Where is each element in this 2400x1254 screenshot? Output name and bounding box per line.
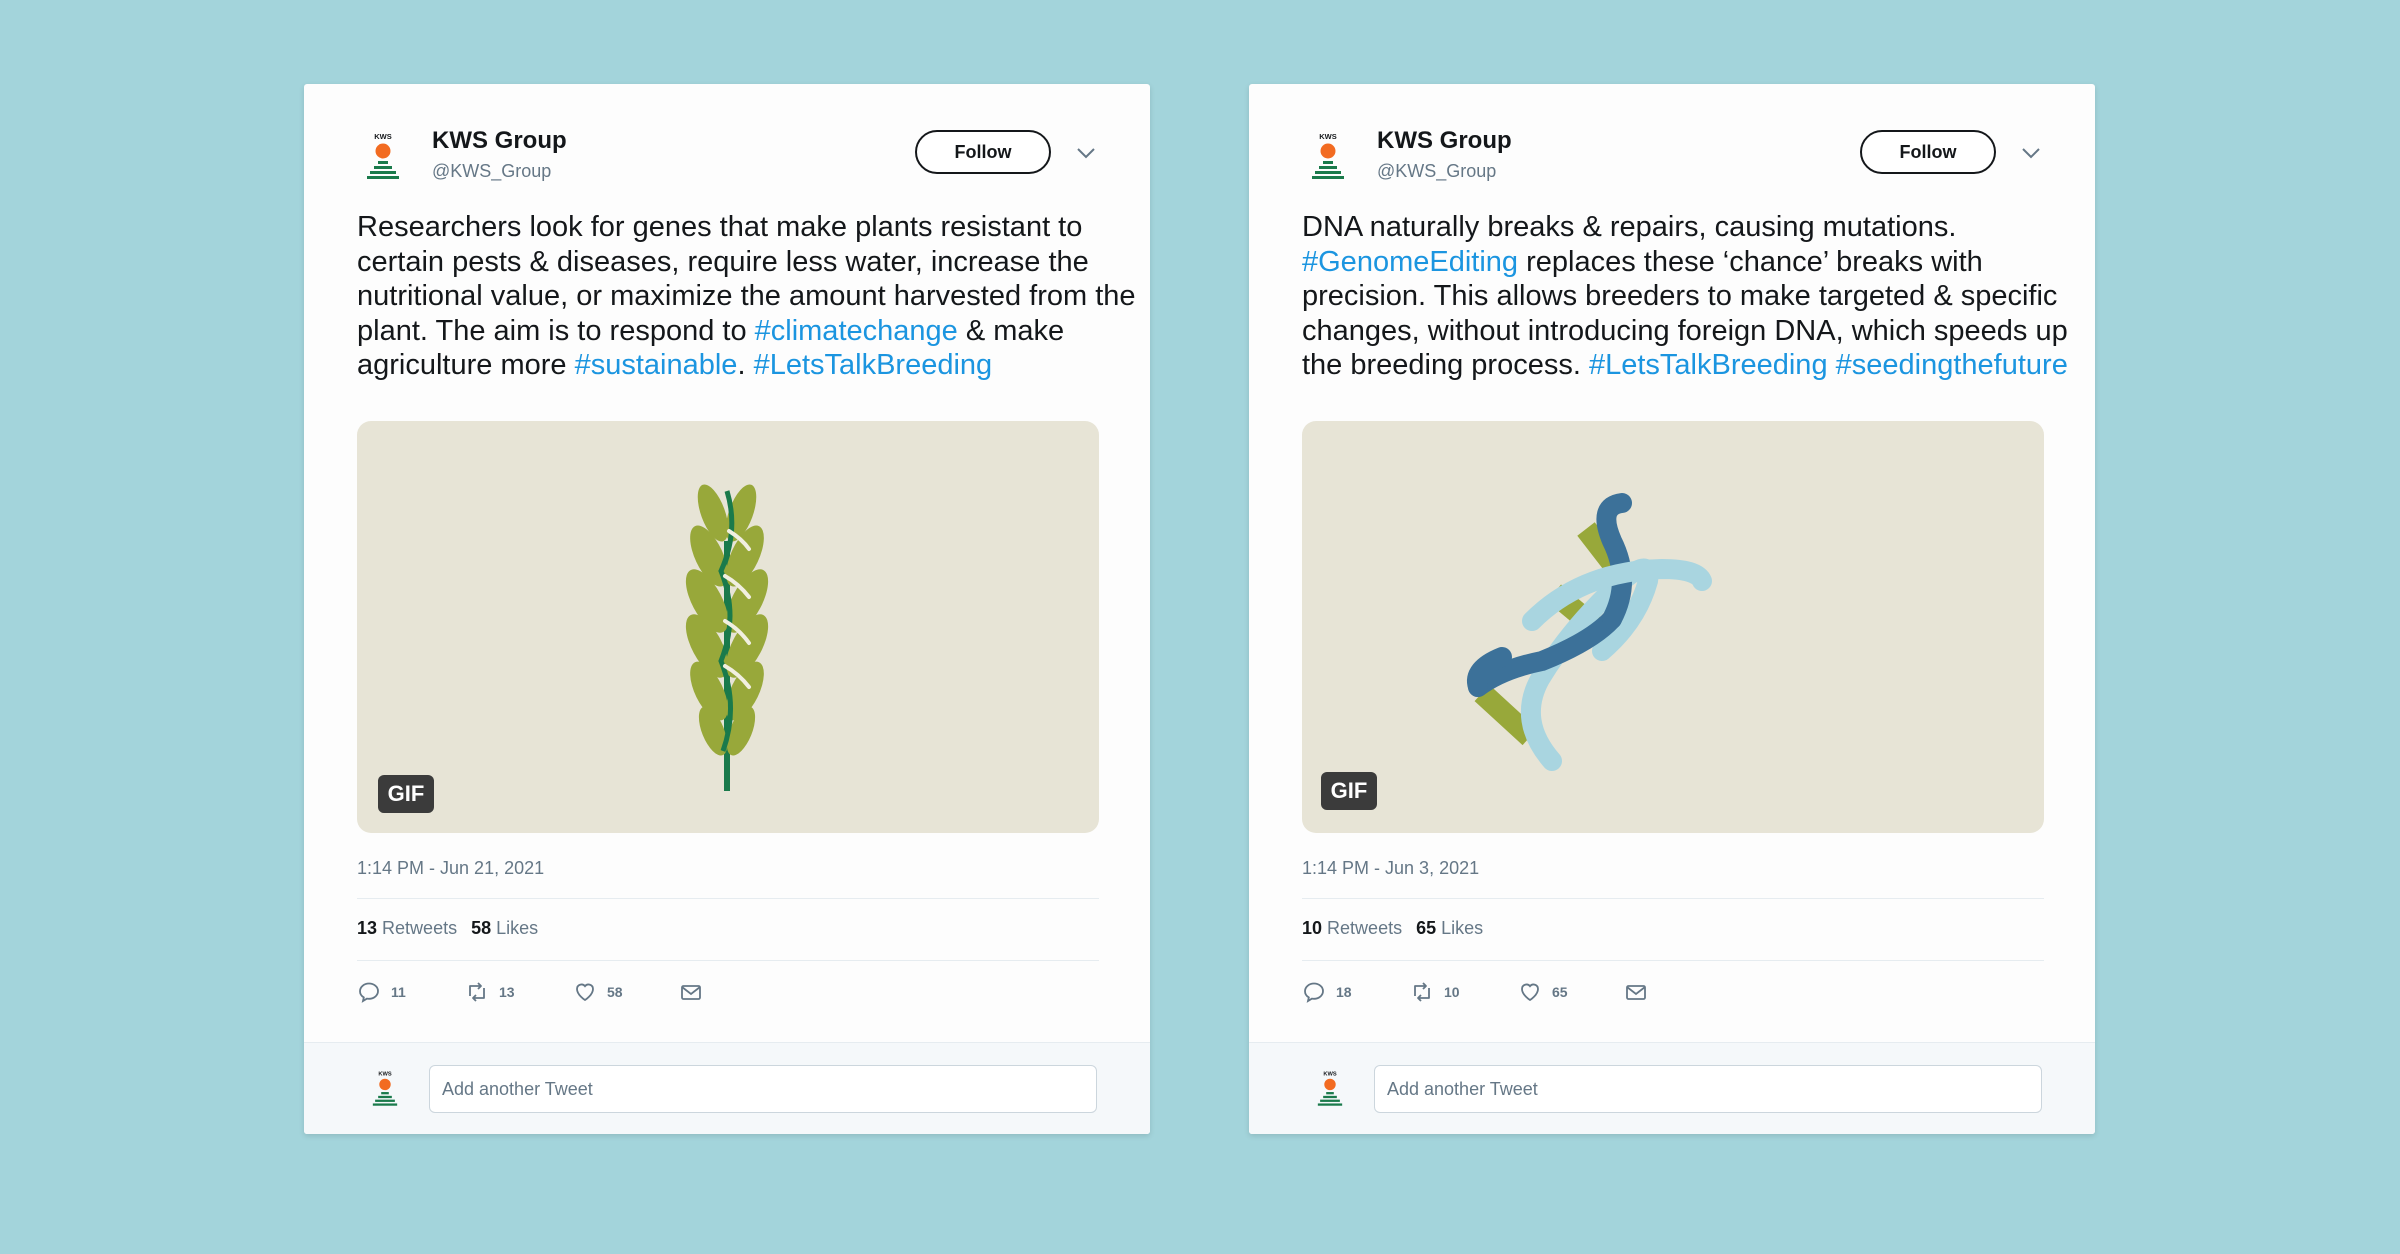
reply-icon [359,982,379,1003]
retweet-count[interactable]: 10 [1302,918,1322,938]
direct-message-button[interactable] [679,977,703,1007]
gif-media[interactable]: GIF [1302,421,2044,833]
tweet-card: KWS KWS Group @KWS_Group Follow Research… [304,84,1150,1134]
envelope-icon [681,985,701,1000]
retweets-label[interactable]: Retweets [1327,918,1402,938]
add-tweet-input[interactable] [429,1065,1097,1113]
tweet-timestamp[interactable]: 1:14 PM - Jun 3, 2021 [1302,858,1479,879]
author-handle[interactable]: @KWS_Group [1377,161,1496,182]
logo-text: KWS [374,132,392,141]
hashtag-link[interactable]: #LetsTalkBreeding [754,349,993,381]
like-button[interactable]: 65 [1518,977,1568,1007]
tweet-text-segment [1828,349,1836,381]
add-tweet-input[interactable] [1374,1065,2042,1113]
follow-button[interactable]: Follow [1860,130,1996,174]
retweet-button[interactable]: 10 [1410,977,1460,1007]
retweet-button[interactable]: 13 [465,977,515,1007]
reply-count: 18 [1336,984,1352,1000]
wheat-ear-icon [685,484,769,791]
chevron-down-icon[interactable] [2020,144,2042,162]
hashtag-link[interactable]: #LetsTalkBreeding [1589,349,1828,381]
tweet-timestamp[interactable]: 1:14 PM - Jun 21, 2021 [357,858,544,879]
dna-helix-icon [1467,493,1712,771]
tweet-text: DNA naturally breaks & repairs, causing … [1302,210,2092,383]
logo-text: KWS [378,1071,391,1077]
divider [1302,898,2044,899]
envelope-icon [1626,985,1646,1000]
tweet-text-segment: . [737,349,754,382]
logo-text: KWS [1323,1071,1336,1077]
like-button[interactable]: 58 [573,977,623,1007]
like-action-count: 58 [607,984,623,1000]
tweet-text-segment: DNA naturally breaks & repairs, causing … [1302,211,1957,243]
divider [357,960,1099,961]
like-count[interactable]: 65 [1416,918,1436,938]
kws-logo-avatar: KWS [372,1071,398,1106]
kws-logo-avatar[interactable]: KWS [366,132,400,182]
retweets-label[interactable]: Retweets [382,918,457,938]
divider [1302,960,2044,961]
engagement-stats: 10 Retweets 65 Likes [1302,918,1483,939]
author-name[interactable]: KWS Group [432,127,567,155]
hashtag-link[interactable]: #sustainable [575,349,738,381]
reply-button[interactable]: 18 [1302,977,1352,1007]
hashtag-link[interactable]: #climatechange [755,315,958,347]
author-handle[interactable]: @KWS_Group [432,161,551,182]
heart-icon [1521,983,1539,1002]
tweet-card: KWS KWS Group @KWS_Group Follow DNA natu… [1249,84,2095,1134]
follow-button[interactable]: Follow [915,130,1051,174]
retweet-icon [1414,982,1430,1002]
retweet-action-count: 13 [499,984,515,1000]
author-name[interactable]: KWS Group [1377,127,1512,155]
hashtag-link[interactable]: #seedingthefuture [1836,349,2068,381]
logo-text: KWS [1319,132,1337,141]
engagement-stats: 13 Retweets 58 Likes [357,918,538,939]
reply-button[interactable]: 11 [357,977,406,1007]
retweet-count[interactable]: 13 [357,918,377,938]
kws-logo-avatar[interactable]: KWS [1311,132,1345,182]
retweet-action-count: 10 [1444,984,1460,1000]
divider [357,898,1099,899]
kws-logo-avatar: KWS [1317,1071,1343,1106]
likes-label[interactable]: Likes [496,918,538,938]
hashtag-link[interactable]: #GenomeEditing [1302,246,1518,278]
heart-icon [576,983,594,1002]
reply-count: 11 [391,984,406,1000]
gif-badge: GIF [378,775,434,813]
reply-footer: KWS [1249,1042,2095,1134]
reply-icon [1304,982,1324,1003]
direct-message-button[interactable] [1624,977,1648,1007]
tweet-text: Researchers look for genes that make pla… [357,210,1147,383]
likes-label[interactable]: Likes [1441,918,1483,938]
gif-badge: GIF [1321,772,1377,810]
retweet-icon [469,982,485,1002]
like-action-count: 65 [1552,984,1568,1000]
reply-footer: KWS [304,1042,1150,1134]
chevron-down-icon[interactable] [1075,144,1097,162]
like-count[interactable]: 58 [471,918,491,938]
gif-media[interactable]: GIF [357,421,1099,833]
